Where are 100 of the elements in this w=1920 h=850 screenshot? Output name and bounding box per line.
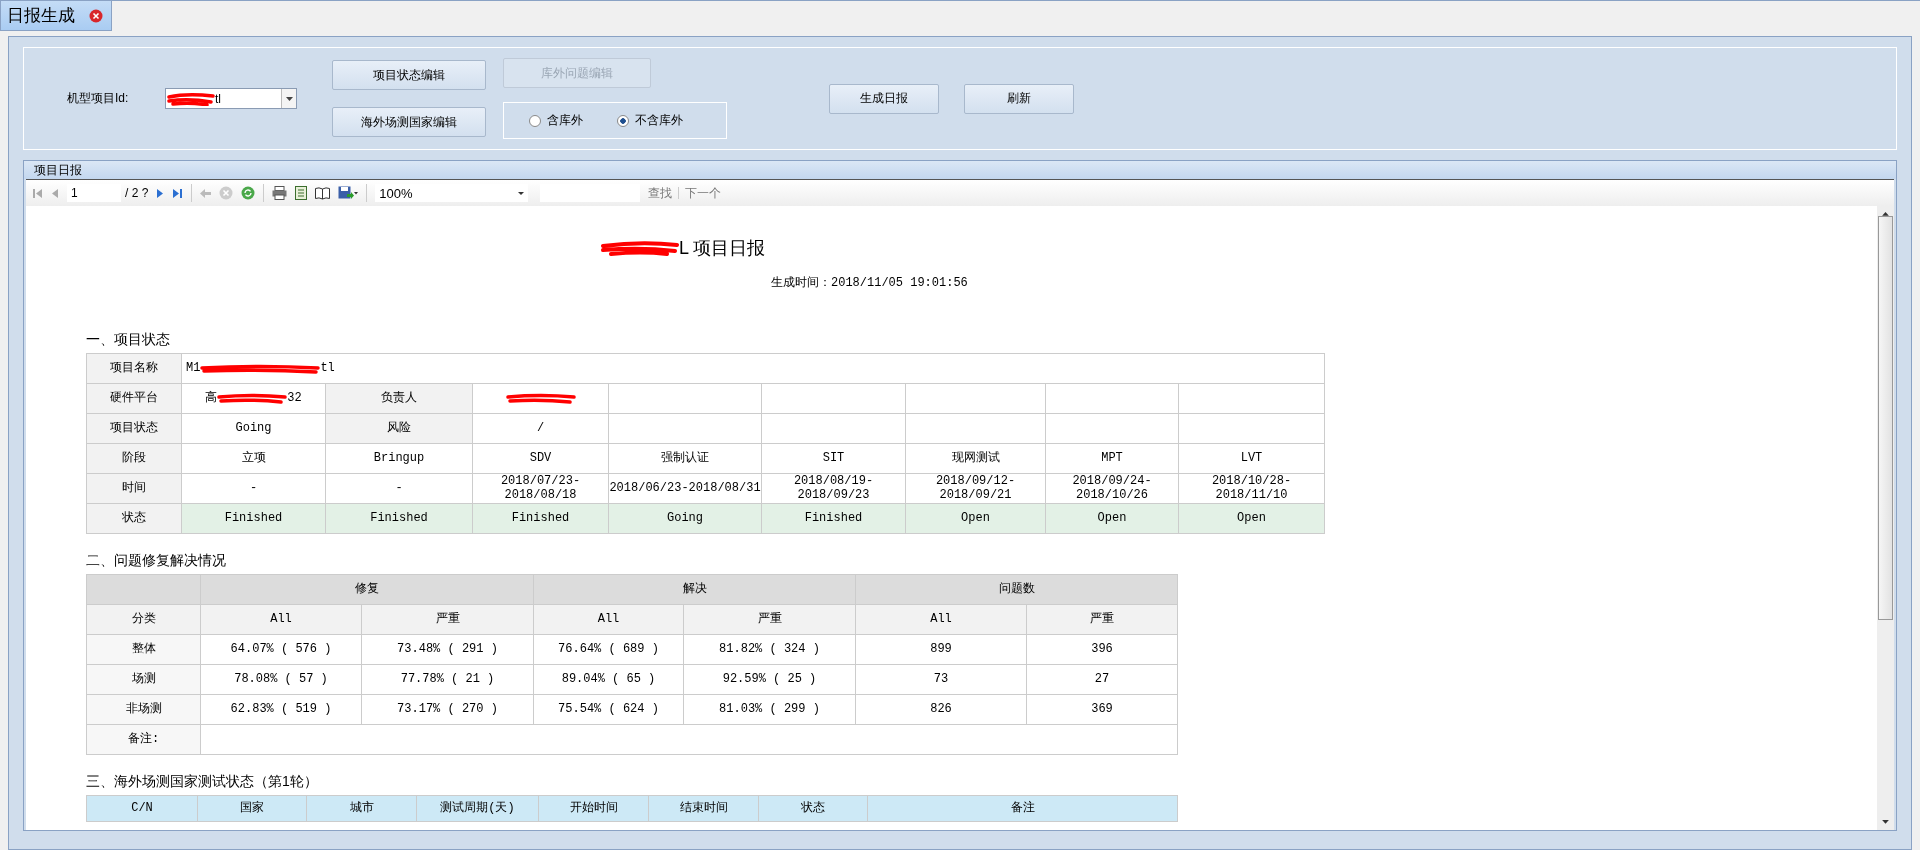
table-cell: 场测 <box>87 665 201 695</box>
table-cell: 92.59% ( 25 ) <box>684 665 856 695</box>
table-cell: 项目名称 <box>87 354 182 384</box>
page-layout-icon[interactable] <box>295 186 308 200</box>
zoom-dropdown[interactable]: 100% <box>375 184 529 202</box>
table-cell: 整体 <box>87 635 201 665</box>
table-cell: 826 <box>856 695 1027 725</box>
section-heading: 一、项目状态 <box>86 331 171 349</box>
book-icon[interactable] <box>315 186 331 200</box>
find-next-link[interactable]: 下一个 <box>685 184 722 202</box>
table-cell: 81.82% ( 324 ) <box>684 635 856 665</box>
table-cell: 64.07% ( 576 ) <box>201 635 362 665</box>
scroll-down-icon[interactable] <box>1882 820 1889 824</box>
column-header: 严重 <box>684 605 856 635</box>
table-cell: Open <box>1046 504 1179 534</box>
radio-button[interactable] <box>529 114 541 127</box>
table-cell: 立项 <box>182 444 326 474</box>
table-cell: 73.17% ( 270 ) <box>362 695 534 725</box>
radio-button[interactable] <box>617 114 629 127</box>
column-group-header: 修复 <box>201 575 534 605</box>
table-cell: 369 <box>1027 695 1178 725</box>
edit-button[interactable]: 项目状态编辑 <box>332 60 486 90</box>
table-cell: 73 <box>856 665 1027 695</box>
table-cell: 27 <box>1027 665 1178 695</box>
table-cell: 现网测试 <box>906 444 1046 474</box>
table-cell: MPT <box>1046 444 1179 474</box>
table-cell: 备注: <box>87 725 201 755</box>
scrollbar[interactable] <box>1877 206 1894 830</box>
document-tab[interactable]: 日报生成 <box>0 1 112 31</box>
table-cell: 风险 <box>326 414 473 444</box>
panel-title: 项目日报 <box>34 161 82 179</box>
close-icon[interactable] <box>89 8 103 23</box>
page-total: / 2 ? <box>125 186 149 200</box>
column-header: 测试周期(天) <box>417 796 539 822</box>
table-cell: 76.64% ( 689 ) <box>534 635 684 665</box>
table-cell: Open <box>906 504 1046 534</box>
column-header: 分类 <box>87 605 201 635</box>
radio-label[interactable]: 含库外 <box>547 112 583 129</box>
column-group-header: 解决 <box>534 575 856 605</box>
table-cell: Finished <box>473 504 609 534</box>
generated-time: 生成时间：2018/11/05 19:01:56 <box>771 275 969 291</box>
table-cell: LVT <box>1179 444 1325 474</box>
table-cell: 硬件平台 <box>87 384 182 414</box>
table-cell: Going <box>609 504 762 534</box>
table-cell: Bringup <box>326 444 473 474</box>
table-cell: 396 <box>1027 635 1178 665</box>
column-header: 备注 <box>868 796 1178 822</box>
edit-button[interactable]: 海外场测国家编辑 <box>332 107 486 137</box>
column-header: 结束时间 <box>649 796 759 822</box>
refresh-button[interactable]: 刷新 <box>964 83 1074 114</box>
table-cell: Finished <box>182 504 326 534</box>
column-group-header: 问题数 <box>856 575 1178 605</box>
column-header: 严重 <box>1027 605 1178 635</box>
table-cell: 时间 <box>87 474 182 504</box>
table-cell: M1 tl <box>182 354 1325 384</box>
next-page-icon[interactable] <box>156 187 165 199</box>
table-cell: 62.83% ( 519 ) <box>201 695 362 725</box>
save-icon[interactable] <box>338 186 359 200</box>
section-heading: 二、问题修复解决情况 <box>86 552 227 570</box>
table-cell: Finished <box>762 504 906 534</box>
generate-button[interactable]: 生成日报 <box>829 83 939 114</box>
report-title: L 项目日报 <box>601 236 1877 260</box>
table-cell: 项目状态 <box>87 414 182 444</box>
refresh-icon[interactable] <box>241 186 256 200</box>
dropdown-caret-icon <box>518 191 525 195</box>
print-icon[interactable] <box>272 186 288 200</box>
column-header: 开始时间 <box>539 796 649 822</box>
table-cell: 73.48% ( 291 ) <box>362 635 534 665</box>
table-cell: 78.08% ( 57 ) <box>201 665 362 695</box>
table-cell: 高 32 <box>182 384 326 414</box>
table-cell: / <box>473 414 609 444</box>
table-cell: 状态 <box>87 504 182 534</box>
column-header: 严重 <box>362 605 534 635</box>
table-cell: SDV <box>473 444 609 474</box>
last-page-icon[interactable] <box>172 187 184 199</box>
dropdown-caret-icon <box>285 96 293 101</box>
section-heading: 三、海外场测国家测试状态（第1轮） <box>86 773 319 791</box>
table-cell: 89.04% ( 65 ) <box>534 665 684 695</box>
page-number-field[interactable]: 1 <box>67 184 121 202</box>
table-cell: 75.54% ( 624 ) <box>534 695 684 725</box>
table-cell: 非场测 <box>87 695 201 725</box>
radio-label[interactable]: 不含库外 <box>635 112 683 129</box>
table-cell: Open <box>1179 504 1325 534</box>
table-cell: SIT <box>762 444 906 474</box>
column-header: All <box>856 605 1027 635</box>
scroll-thumb[interactable] <box>1878 215 1893 621</box>
table-cell: 负责人 <box>326 384 473 414</box>
find-link[interactable]: 查找 <box>648 184 673 202</box>
table-cell: 81.03% ( 299 ) <box>684 695 856 725</box>
table-cell: 899 <box>856 635 1027 665</box>
table-cell: 77.78% ( 21 ) <box>362 665 534 695</box>
table-cell: Finished <box>326 504 473 534</box>
table-cell: 强制认证 <box>609 444 762 474</box>
column-header: All <box>201 605 362 635</box>
column-header: 状态 <box>759 796 868 822</box>
column-header: C/N <box>87 796 198 822</box>
model-id-combobox[interactable]: tl <box>165 88 297 109</box>
column-header: All <box>534 605 684 635</box>
column-header: 城市 <box>307 796 417 822</box>
table-cell: 阶段 <box>87 444 182 474</box>
